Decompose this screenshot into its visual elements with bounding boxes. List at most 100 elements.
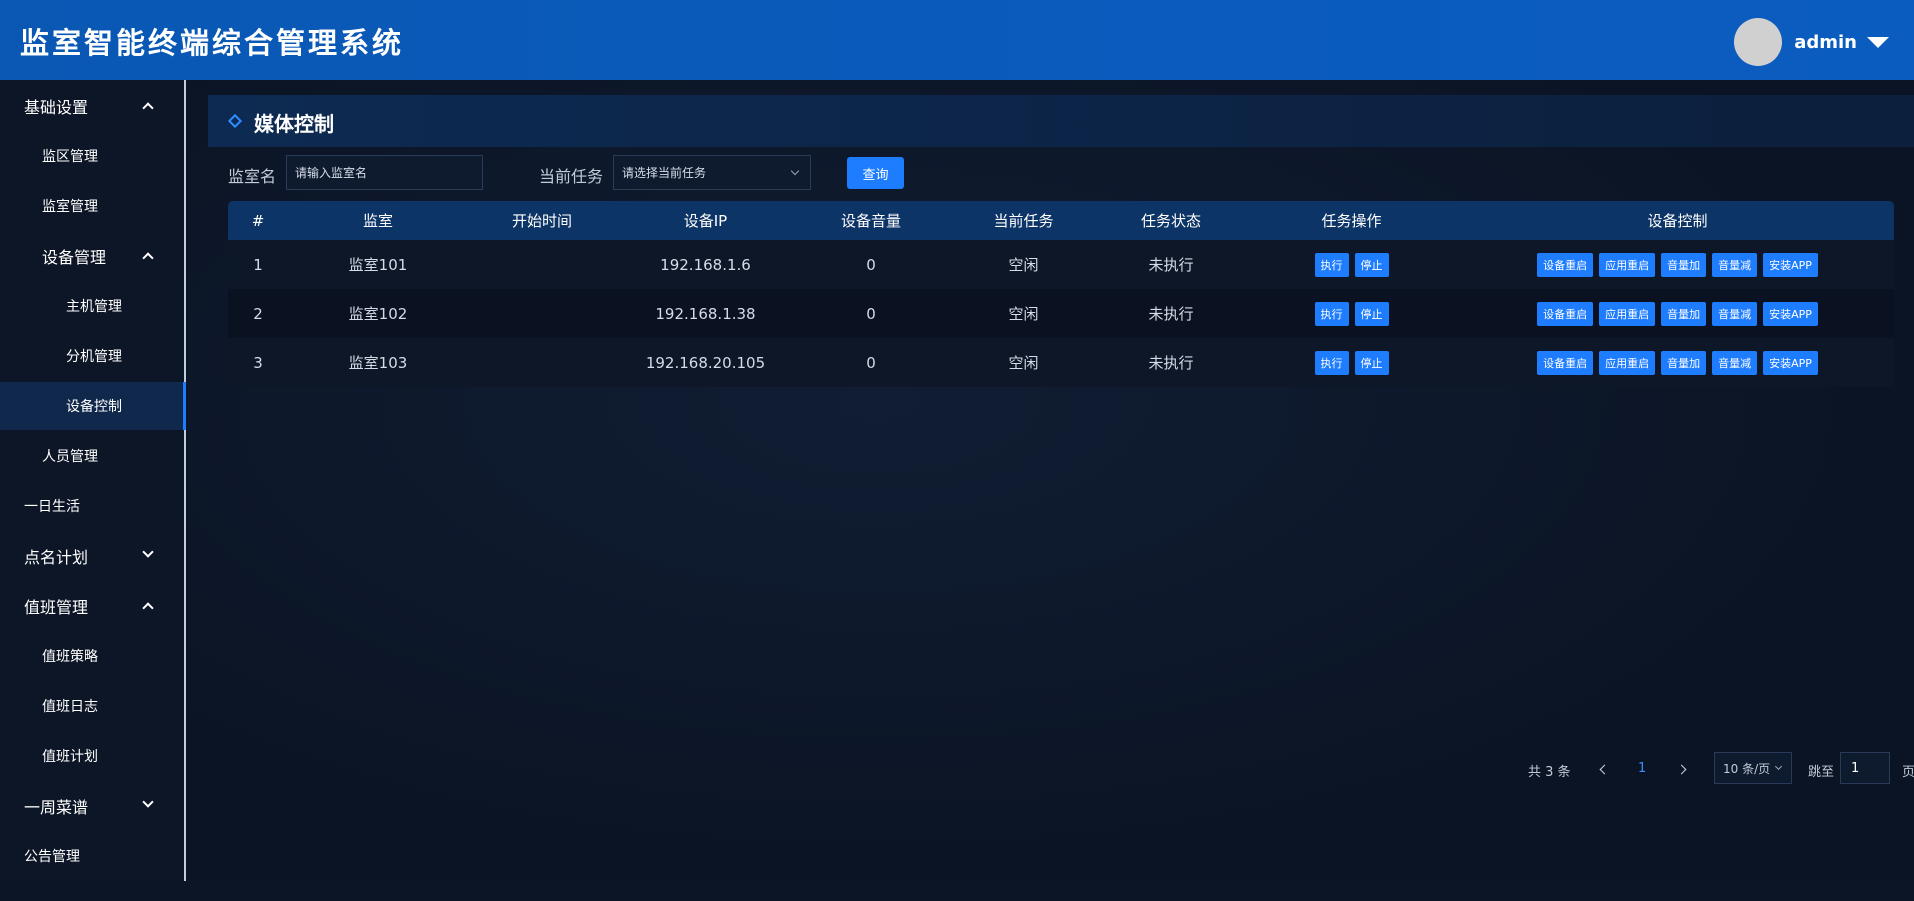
current-task-select[interactable]: 请选择当前任务 [613, 155, 811, 190]
volume-cell: 0 [866, 353, 876, 372]
device-ctrl-cell: 设备重启 应用重启 音量加 音量减 安装APP [1461, 240, 1894, 289]
app-restart-button[interactable]: 应用重启 [1599, 252, 1656, 277]
chevron-down-icon [790, 166, 800, 176]
stop-button[interactable]: 停止 [1354, 252, 1389, 277]
jump-label: 跳至 [1808, 765, 1835, 780]
install-app-button[interactable]: 安装APP [1763, 350, 1818, 375]
install-app-button[interactable]: 安装APP [1763, 301, 1818, 326]
main-content: 媒体控制 监室名 当前任务 请选择当前任务 查询 # 监室 开始时间 设备IP … [188, 80, 1914, 881]
sidebar-item-weekly-menu[interactable]: 一周菜谱 [0, 782, 186, 830]
column-header: 设备音量 [840, 212, 901, 230]
row-index: 2 [253, 304, 263, 323]
volume-up-button[interactable]: 音量加 [1661, 301, 1707, 326]
query-button[interactable]: 查询 [847, 157, 904, 189]
room-name-input[interactable] [286, 155, 483, 190]
sidebar-item-announcement-management[interactable]: 公告管理 [0, 832, 186, 880]
sidebar-item-label: 一周菜谱 [24, 798, 89, 817]
room-cell: 监室103 [348, 354, 408, 372]
column-header: 设备控制 [1647, 212, 1708, 230]
ip-cell: 192.168.20.105 [645, 353, 766, 372]
app-restart-button[interactable]: 应用重启 [1599, 350, 1656, 375]
device-restart-button[interactable]: 设备重启 [1537, 252, 1594, 277]
sidebar-item-host-management[interactable]: 主机管理 [0, 282, 186, 330]
app-title: 监室智能终端综合管理系统 [20, 26, 405, 60]
sidebar-item-duty-strategy[interactable]: 值班策略 [0, 632, 186, 680]
sidebar-item-label: 监室管理 [42, 199, 98, 215]
ip-cell: 192.168.1.38 [655, 304, 756, 323]
execute-button[interactable]: 执行 [1314, 252, 1349, 277]
page-number-current[interactable]: 1 [1638, 761, 1646, 776]
sidebar-item-duty-plan[interactable]: 值班计划 [0, 732, 186, 780]
sidebar-item-label: 设备控制 [66, 399, 122, 415]
sidebar-item-duty-log[interactable]: 值班日志 [0, 682, 186, 730]
execute-button[interactable]: 执行 [1314, 350, 1349, 375]
device-restart-button[interactable]: 设备重启 [1537, 301, 1594, 326]
user-menu[interactable]: admin [1734, 18, 1889, 66]
task-ops-cell: 执行 停止 [1242, 240, 1461, 289]
volume-down-button[interactable]: 音量减 [1712, 252, 1758, 277]
column-header: 任务操作 [1321, 212, 1382, 230]
chevron-down-icon [142, 546, 154, 558]
sidebar-item-label: 值班日志 [42, 699, 98, 715]
device-ctrl-cell: 设备重启 应用重启 音量加 音量减 安装APP [1461, 338, 1894, 387]
task-cell: 空闲 [1008, 305, 1039, 323]
task-ops-cell: 执行 停止 [1242, 289, 1461, 338]
sidebar-item-label: 监区管理 [42, 149, 98, 165]
device-restart-button[interactable]: 设备重启 [1537, 350, 1594, 375]
room-cell: 监室101 [348, 256, 408, 274]
sidebar-item-label: 公告管理 [24, 849, 80, 865]
device-table: # 监室 开始时间 设备IP 设备音量 当前任务 任务状态 任务操作 设备控制 … [228, 201, 1894, 387]
sidebar-item-device-management[interactable]: 设备管理 [0, 232, 186, 280]
sidebar-item-label: 设备管理 [42, 248, 107, 267]
sidebar-item-personnel-management[interactable]: 人员管理 [0, 432, 186, 480]
sidebar-item-device-control[interactable]: 设备控制 [0, 382, 186, 430]
install-app-button[interactable]: 安装APP [1763, 252, 1818, 277]
sidebar-item-extension-management[interactable]: 分机管理 [0, 332, 186, 380]
chevron-down-icon [1774, 762, 1783, 771]
sidebar-item-label: 点名计划 [24, 548, 89, 567]
sidebar: 基础设置 监区管理 监室管理 设备管理 主机管理 分机管理 设备控制 人员管理 … [0, 80, 186, 881]
room-cell: 监室102 [348, 305, 408, 323]
prev-page-icon[interactable] [1599, 764, 1610, 775]
next-page-icon[interactable] [1676, 764, 1687, 775]
column-header: 任务状态 [1140, 212, 1201, 230]
current-task-placeholder: 请选择当前任务 [622, 166, 707, 180]
room-name-label: 监室名 [228, 167, 277, 186]
start-time-cell [468, 240, 616, 289]
volume-cell: 0 [866, 304, 876, 323]
jump-page-input[interactable] [1840, 752, 1890, 784]
volume-down-button[interactable]: 音量减 [1712, 350, 1758, 375]
sidebar-item-area-management[interactable]: 监区管理 [0, 132, 186, 180]
sidebar-item-daily-life[interactable]: 一日生活 [0, 482, 186, 530]
volume-up-button[interactable]: 音量加 [1661, 350, 1707, 375]
sidebar-item-room-management[interactable]: 监室管理 [0, 182, 186, 230]
page-size-select[interactable]: 10 条/页 [1714, 752, 1792, 784]
user-name[interactable]: admin [1794, 32, 1857, 53]
sidebar-item-label: 值班策略 [42, 649, 98, 665]
task-cell: 空闲 [1008, 256, 1039, 274]
stop-button[interactable]: 停止 [1354, 301, 1389, 326]
ip-cell: 192.168.1.6 [660, 255, 751, 274]
sidebar-item-label: 分机管理 [66, 349, 122, 365]
execute-button[interactable]: 执行 [1314, 301, 1349, 326]
caret-down-icon[interactable] [1867, 36, 1889, 48]
sidebar-item-label: 一日生活 [24, 499, 80, 515]
app-restart-button[interactable]: 应用重启 [1599, 301, 1656, 326]
volume-down-button[interactable]: 音量减 [1712, 301, 1758, 326]
start-time-cell [468, 338, 616, 387]
sidebar-item-duty-management[interactable]: 值班管理 [0, 582, 186, 630]
task-ops-cell: 执行 停止 [1242, 338, 1461, 387]
avatar[interactable] [1734, 18, 1783, 66]
sidebar-item-label: 人员管理 [42, 449, 98, 465]
sidebar-item-basic-settings[interactable]: 基础设置 [0, 82, 186, 130]
status-cell: 未执行 [1148, 305, 1194, 323]
sidebar-item-roll-call-plan[interactable]: 点名计划 [0, 532, 186, 580]
column-header: # [251, 211, 265, 230]
chevron-up-icon [142, 252, 154, 264]
panel-header: 媒体控制 [208, 95, 1914, 147]
current-task-label: 当前任务 [539, 167, 604, 186]
sidebar-item-label: 基础设置 [24, 98, 89, 117]
volume-up-button[interactable]: 音量加 [1661, 252, 1707, 277]
top-header: 监室智能终端综合管理系统 admin [0, 0, 1914, 80]
stop-button[interactable]: 停止 [1354, 350, 1389, 375]
